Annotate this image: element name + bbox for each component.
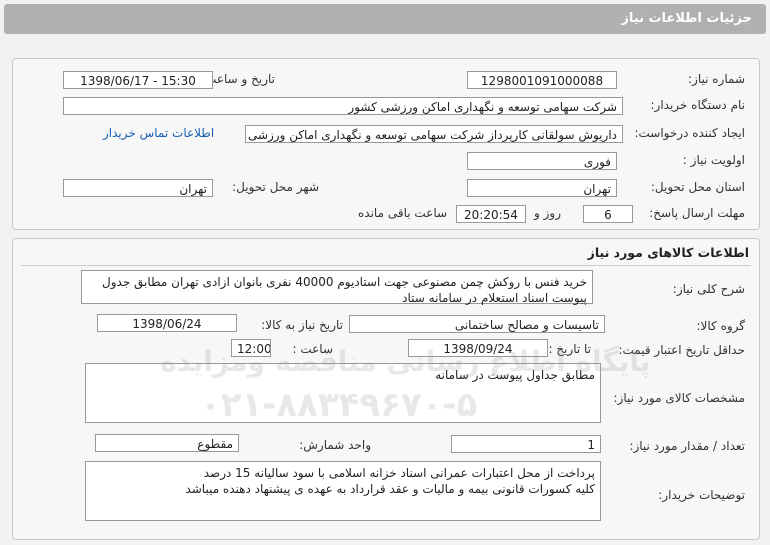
summary-label: شرح کلی نیاز:	[672, 282, 745, 296]
to-date-field: 1398/09/24	[408, 339, 548, 357]
buyer-contact-link[interactable]: اطلاعات تماس خریدار	[103, 126, 214, 140]
qty-label: تعداد / مقدار مورد نیاز:	[629, 439, 745, 453]
buyer-notes-field: پرداخت از محل اعتبارات عمرانی اسناد خزان…	[85, 461, 601, 521]
hour-label: ساعت :	[292, 342, 333, 356]
hour-field: 12:00	[231, 339, 271, 357]
province-label: استان محل تحویل:	[650, 180, 745, 194]
time-left-field: 20:20:54	[456, 205, 526, 223]
time-left-suffix: ساعت باقی مانده	[358, 206, 448, 220]
need-number-field: 1298001091000088	[467, 71, 617, 89]
summary-field: خرید فنس با روکش چمن مصنوعی جهت استادیوم…	[81, 270, 593, 305]
buyer-org-label: نام دستگاه خریدار:	[650, 98, 746, 112]
creator-field: داریوش سولقانی کارپرداز شرکت سهامی توسعه…	[245, 125, 623, 143]
city-label: شهر محل تحویل:	[232, 180, 319, 194]
qty-field: 1	[451, 435, 601, 453]
creator-label: ایجاد کننده درخواست:	[634, 126, 745, 140]
need-date-field: 1398/06/24	[97, 314, 237, 332]
province-field: تهران	[467, 179, 617, 197]
group-field: تاسیسات و مصالح ساختمانی	[349, 315, 605, 333]
page-header: جزئیات اطلاعات نیاز	[4, 4, 766, 34]
buyer-notes-line-1: پرداخت از محل اعتبارات عمرانی اسناد خزان…	[203, 466, 595, 480]
buyer-notes-label: توضیحات خریدار:	[658, 488, 745, 502]
validity-label: حداقل تاریخ اعتبار قیمت:	[618, 343, 745, 357]
need-number-label: شماره نیاز:	[688, 72, 745, 86]
specs-label: مشخصات کالای مورد نیاز:	[613, 391, 745, 405]
buyer-notes-line-2: کلیه کسورات قانونی بیمه و مالیات و عقد ق…	[185, 482, 595, 496]
unit-field: مقطوع	[95, 434, 239, 452]
specs-field: مطابق جداول پیوست در سامانه	[85, 363, 601, 423]
page-title: جزئیات اطلاعات نیاز	[621, 11, 752, 26]
city-field: تهران	[63, 179, 213, 197]
days-unit: روز و	[534, 206, 561, 220]
goods-section-title: اطلاعات کالاهای مورد نیاز	[587, 245, 749, 260]
need-info-panel: شماره نیاز: 1298001091000088 تاریخ و ساع…	[12, 58, 760, 230]
section-divider	[21, 265, 751, 266]
deadline-label: مهلت ارسال پاسخ:	[649, 206, 745, 220]
days-field: 6	[583, 205, 633, 223]
priority-label: اولویت نیاز :	[682, 153, 745, 167]
goods-panel: اطلاعات کالاهای مورد نیاز شرح کلی نیاز: …	[12, 238, 760, 540]
need-date-label: تاریخ نیاز به کالا:	[261, 318, 343, 332]
priority-field: فوری	[467, 152, 617, 170]
unit-label: واحد شمارش:	[299, 438, 371, 452]
buyer-org-field: شرکت سهامی توسعه و نگهداری اماکن ورزشی ک…	[63, 97, 623, 115]
group-label: گروه کالا:	[696, 319, 746, 333]
announce-field: 1398/06/17 - 15:30	[63, 71, 213, 89]
page: جزئیات اطلاعات نیاز شماره نیاز: 12980010…	[0, 0, 770, 545]
to-date-label: تا تاریخ :	[548, 342, 591, 356]
